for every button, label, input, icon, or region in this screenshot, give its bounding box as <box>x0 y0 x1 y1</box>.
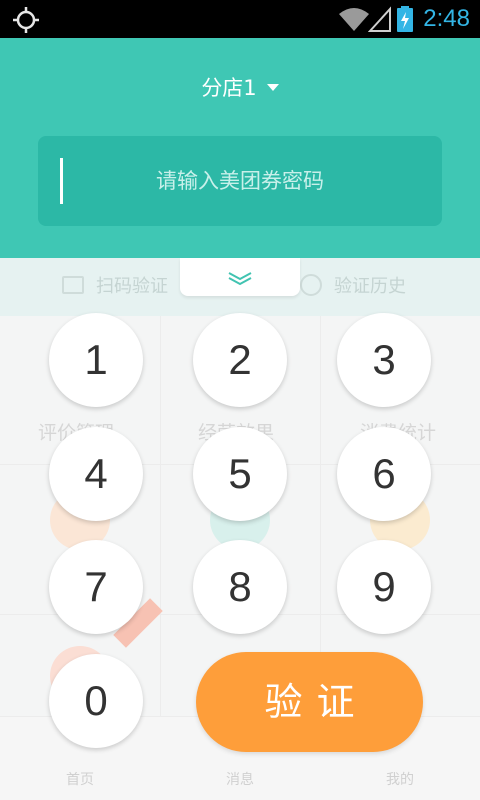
header-panel: 分店1 请输入美团券密码 <box>0 38 480 258</box>
location-crosshair-icon <box>13 7 39 33</box>
key-3[interactable]: 3 <box>337 313 431 407</box>
no-signal-icon <box>368 6 391 32</box>
nav-mine: 我的 <box>386 772 414 788</box>
key-4[interactable]: 4 <box>49 427 143 521</box>
key-0[interactable]: 0 <box>49 654 143 748</box>
battery-charging-icon <box>397 6 413 32</box>
chevron-down-icon <box>228 272 252 286</box>
verify-button[interactable]: 验证 <box>196 652 423 752</box>
tab-scan-verify: 扫码验证 <box>96 276 168 297</box>
coupon-code-placeholder: 请输入美团券密码 <box>156 169 324 193</box>
store-selector[interactable]: 分店1 <box>0 74 480 102</box>
store-name: 分店1 <box>201 76 257 100</box>
key-7[interactable]: 7 <box>49 540 143 634</box>
key-5[interactable]: 5 <box>193 427 287 521</box>
nav-home: 首页 <box>66 772 94 788</box>
coupon-code-input[interactable]: 请输入美团券密码 <box>38 136 442 226</box>
key-1[interactable]: 1 <box>49 313 143 407</box>
clock-icon <box>300 274 322 296</box>
wifi-icon <box>339 8 369 31</box>
tab-verify-history: 验证历史 <box>334 276 406 297</box>
caret-down-icon <box>266 83 279 91</box>
key-9[interactable]: 9 <box>337 540 431 634</box>
grid-divider <box>160 316 161 716</box>
collapse-keypad-button[interactable] <box>180 258 300 296</box>
key-2[interactable]: 2 <box>193 313 287 407</box>
status-bar: 2:48 <box>0 0 480 38</box>
nav-messages: 消息 <box>226 772 254 788</box>
key-8[interactable]: 8 <box>193 540 287 634</box>
scan-icon <box>62 276 84 294</box>
key-6[interactable]: 6 <box>337 427 431 521</box>
status-time: 2:48 <box>423 5 470 32</box>
